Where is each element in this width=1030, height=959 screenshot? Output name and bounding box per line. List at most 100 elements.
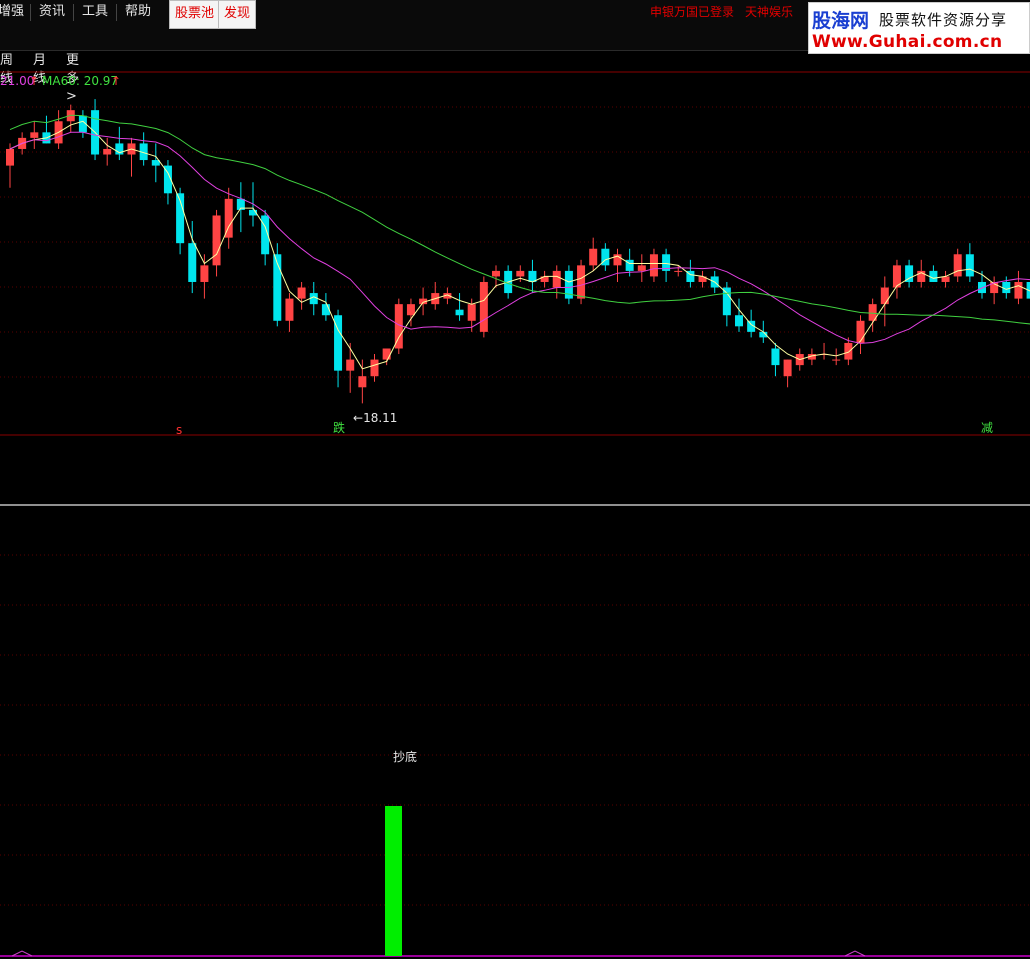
candle-body (552, 270, 561, 288)
candle (589, 237, 598, 271)
candle-body (856, 320, 865, 343)
candle (990, 276, 999, 305)
candle-body (1002, 281, 1011, 294)
candle (892, 259, 901, 299)
candle-body (467, 304, 476, 321)
candle-body (200, 265, 209, 282)
kline-chart: ←18.11 s 跌 减 抄底 (0, 71, 1030, 957)
candle (297, 281, 306, 310)
candle (66, 104, 75, 133)
candle-body (735, 315, 743, 327)
signal-s-label: s (176, 423, 182, 437)
candle (492, 265, 500, 288)
candle (30, 121, 39, 149)
candle (1026, 281, 1030, 299)
ma-mid-line (9, 131, 1030, 344)
signal-jian-label: 减 (981, 421, 993, 435)
candle (334, 309, 343, 388)
candle (662, 248, 671, 282)
candle (358, 359, 367, 404)
candle-body (637, 265, 646, 271)
candle (856, 315, 865, 355)
candle-body (516, 270, 525, 277)
signal-die-label: 跌 (333, 420, 345, 435)
bottom-signal-bar (385, 806, 402, 956)
candle (236, 182, 245, 233)
candle (698, 270, 707, 288)
candle (953, 248, 962, 282)
candle (577, 259, 586, 305)
annotation-layer: ←18.11 s 跌 减 抄底 (176, 411, 993, 764)
candle-body (406, 304, 415, 316)
chart-grid (0, 71, 1030, 957)
candle (649, 248, 658, 282)
ma60-line (9, 114, 1030, 325)
candle (552, 265, 561, 299)
low-price-label: ←18.11 (353, 411, 397, 425)
candle (528, 259, 537, 294)
candle (431, 281, 440, 310)
candle (163, 160, 172, 205)
candle (880, 276, 889, 327)
candle (212, 209, 221, 277)
candle (285, 293, 294, 332)
candle (747, 309, 756, 338)
candle-body (188, 243, 197, 282)
candle (941, 270, 950, 288)
candle (965, 243, 974, 282)
candle (54, 110, 63, 149)
candle (370, 354, 379, 382)
candle (771, 342, 780, 377)
candle (540, 270, 549, 288)
indicator-layer (385, 806, 402, 956)
candle-body (6, 148, 14, 166)
candle-body (1014, 281, 1023, 299)
candle-body (953, 254, 962, 277)
candle-body (285, 298, 294, 321)
candle (455, 293, 464, 321)
candle (613, 248, 622, 282)
candle (929, 265, 938, 282)
indicator-label: 抄底 (393, 749, 417, 764)
candle (1014, 270, 1023, 305)
candle-body (844, 342, 853, 360)
candle-body (674, 270, 683, 272)
candle (6, 143, 14, 188)
candle (115, 126, 124, 161)
candle-body (346, 359, 355, 371)
candle-body (649, 254, 658, 277)
candle-body (783, 359, 792, 377)
candle (127, 137, 136, 177)
candle (261, 209, 270, 266)
candle-body (103, 148, 112, 155)
candle-body (479, 281, 488, 332)
candle (406, 298, 415, 327)
candle (735, 298, 743, 332)
candle-body (965, 254, 974, 277)
candle (820, 342, 829, 360)
candle-body (30, 132, 39, 138)
candle (139, 132, 148, 166)
candle-body (455, 309, 464, 316)
candle-body (358, 376, 367, 388)
candle-body (880, 287, 889, 305)
candle-body (212, 215, 221, 266)
candle (601, 243, 610, 271)
candle-body (832, 359, 841, 361)
candle-body (370, 359, 379, 377)
candle (224, 187, 233, 249)
candle (832, 348, 841, 366)
candle (564, 265, 573, 305)
candle (479, 276, 488, 338)
candle (42, 115, 51, 144)
candles-layer (6, 99, 1030, 404)
candle-body (577, 265, 586, 299)
candle (321, 293, 330, 321)
candle-body (492, 270, 500, 277)
candle-body (929, 270, 938, 282)
candle-body (722, 287, 731, 316)
candle-body (297, 287, 306, 299)
candle (151, 143, 160, 183)
candle-body (382, 348, 391, 360)
candle (686, 259, 695, 288)
